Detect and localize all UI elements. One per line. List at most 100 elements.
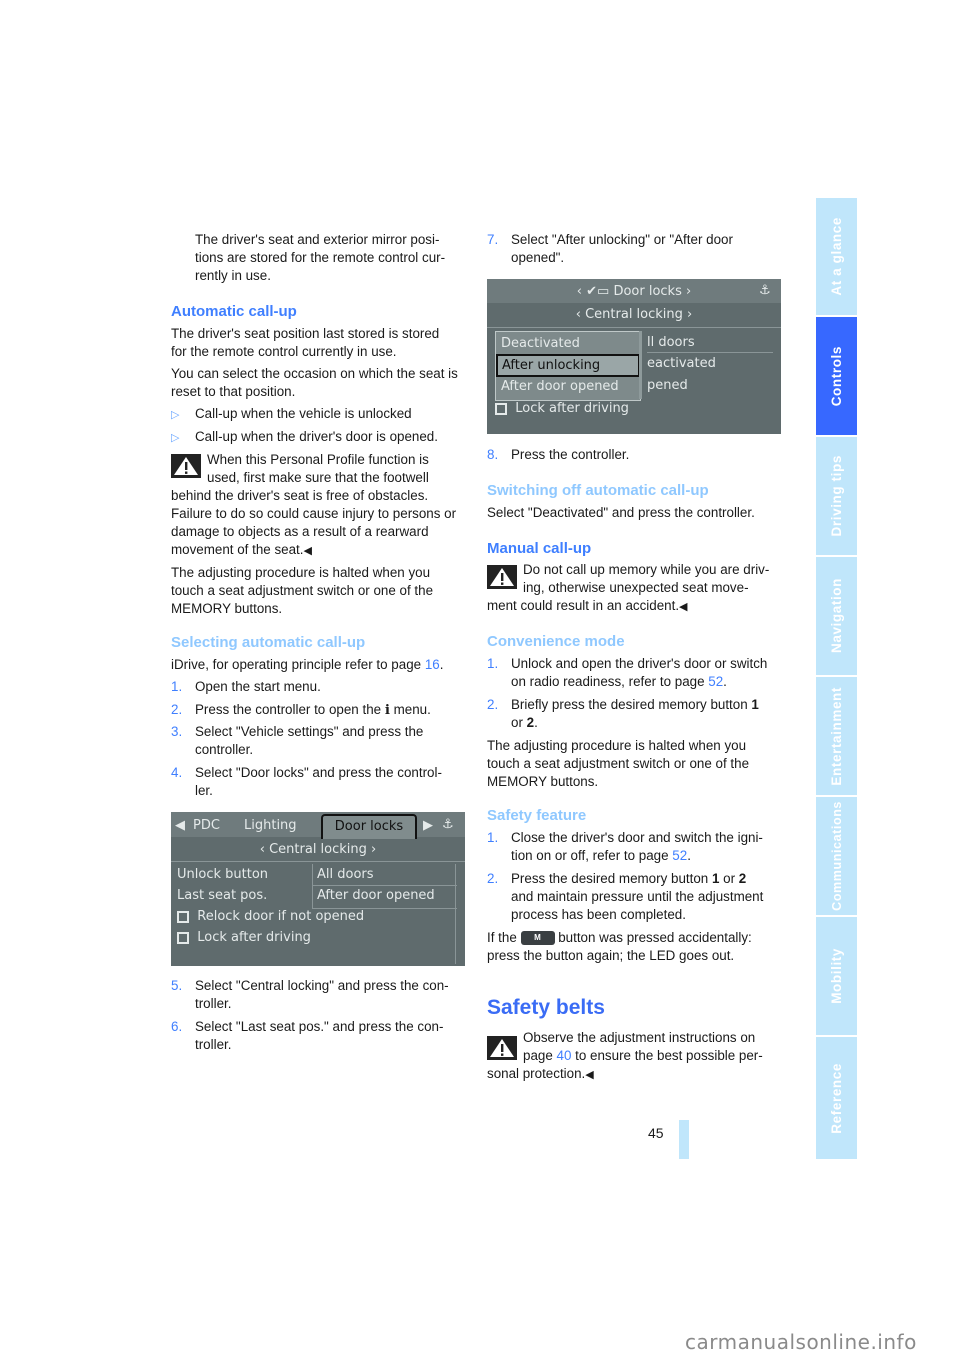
submenu-central-locking[interactable]: ‹ Central locking › (487, 306, 781, 324)
step-4-cont: ler. (195, 783, 213, 798)
submenu-label: Central locking (269, 842, 367, 857)
chevron-left-icon: ‹ (259, 842, 270, 857)
row-value-all-doors[interactable]: All doors (317, 866, 374, 884)
option-label: After unlocking (502, 358, 601, 373)
car-check-icon: ✔▭ (586, 284, 614, 299)
safety-step-1: 1. Close the driver's door and switch the… (487, 829, 763, 847)
side-tab-reference[interactable]: Reference (816, 1037, 857, 1159)
side-tab-driving-tips[interactable]: Driving tips (816, 437, 857, 555)
belts-warning-line3: sonal protection.◀ (487, 1065, 594, 1084)
checkbox-label: Lock after driving (197, 930, 311, 945)
step-number: 4. (171, 765, 183, 780)
para-text: sonal protection. (487, 1066, 586, 1081)
idrive-intro-text: iDrive, for operating principle refer to… (171, 657, 425, 672)
page-number: 45 (648, 1125, 664, 1141)
chevron-right-icon: › (681, 284, 692, 299)
memory-button-1: 1 (751, 697, 759, 712)
side-tab-mobility[interactable]: Mobility (816, 917, 857, 1035)
side-tab-label: Controls (828, 345, 844, 407)
popup-scrollbar[interactable] (639, 331, 642, 399)
halt-para-line3: MEMORY buttons. (171, 601, 283, 616)
step-number: 2. (171, 702, 183, 717)
step-6-cont: troller. (195, 1037, 232, 1052)
memory-m-button-icon: M (520, 931, 555, 946)
options-icon[interactable]: ⚓ (759, 282, 771, 300)
side-tab-entertainment[interactable]: Entertainment (816, 677, 857, 795)
step-3: 3. Select "Vehicle settings" and press th… (171, 723, 423, 741)
page-link-16[interactable]: 16 (425, 657, 440, 672)
side-tab-communications[interactable]: Communications (816, 797, 857, 915)
step-2: 2. Press the controller to open the i men… (171, 701, 431, 719)
step-6: 6. Select "Last seat pos." and press the … (171, 1018, 443, 1036)
tab-left-arrow-icon: ◀ (175, 818, 185, 833)
tab-lighting[interactable]: Lighting (244, 817, 297, 835)
warning-line-4: Failure to do so could cause injury to p… (171, 506, 457, 521)
step-number: 1. (171, 679, 183, 694)
divider (647, 352, 773, 353)
option-after-door-opened[interactable]: After door opened (501, 378, 619, 396)
step-5-cont: troller. (195, 996, 232, 1011)
step-number: 6. (171, 1019, 183, 1034)
checkbox-icon (495, 402, 507, 415)
step-1: 1. Open the start menu. (171, 678, 321, 696)
idrive-intro: iDrive, for operating principle refer to… (171, 656, 443, 674)
side-tab-label: Mobility (828, 948, 844, 1004)
para-text: page (523, 1048, 557, 1063)
checkbox-label: Relock door if not opened (197, 909, 365, 924)
row-label-last-seat-pos[interactable]: Last seat pos. (177, 887, 267, 905)
side-tab-navigation[interactable]: Navigation (816, 557, 857, 675)
checkbox-lock-after-driving[interactable]: Lock after driving (177, 929, 311, 947)
warning-icon (171, 454, 201, 478)
conv-para-line3: MEMORY buttons. (487, 774, 599, 789)
options-icon[interactable]: ⚓ (442, 816, 454, 834)
behind-value: eactivated (647, 356, 716, 371)
step-number: 3. (171, 724, 183, 739)
step-number: 1. (487, 656, 499, 671)
option-after-unlocking-selected[interactable]: After unlocking (496, 354, 640, 377)
switching-off-text: Select "Deactivated" and press the contr… (487, 505, 755, 520)
page-link-40[interactable]: 40 (557, 1048, 572, 1063)
halt-para-line1: The adjusting procedure is halted when y… (171, 565, 431, 580)
step-text: Unlock and open the driver's door or swi… (511, 656, 768, 671)
bullet-text: Call-up when the vehicle is unlocked (195, 406, 412, 421)
tab-right-arrow-icon: ▶ (423, 818, 433, 833)
step-4: 4. Select "Door locks" and press the cont… (171, 764, 442, 782)
divider (487, 327, 781, 328)
belts-warning-line2: page 40 to ensure the best possible per- (523, 1047, 763, 1065)
step-text: Open the start menu. (195, 679, 321, 694)
behind-value: pened (647, 378, 688, 393)
memory-button-2: 2 (526, 715, 535, 730)
heading-safety-feature: Safety feature (487, 807, 587, 824)
option-deactivated[interactable]: Deactivated (501, 335, 580, 353)
row-label-unlock-button[interactable]: Unlock button (177, 866, 268, 884)
step-number: 7. (487, 232, 499, 247)
warning-line-3: behind the driver's seat is free of obst… (171, 488, 429, 503)
auto-para1-line2: for the remote control currently in use. (171, 344, 397, 359)
checkbox-lock-after-driving[interactable]: Lock after driving (495, 400, 629, 418)
bullet-item: ▷ Call-up when the vehicle is unlocked (171, 405, 412, 424)
step-text: Press the desired memory button (511, 871, 712, 886)
row-value-after-door-opened[interactable]: After door opened (317, 887, 435, 905)
side-tab-controls[interactable]: Controls (816, 317, 857, 435)
warning-line-6-text: movement of the seat. (171, 542, 304, 557)
tab-pdc[interactable]: PDC (193, 817, 220, 835)
title-door-locks: ‹ ✔▭ Door locks › (487, 283, 781, 301)
belts-warning-line1: Observe the adjustment instructions on (523, 1030, 756, 1045)
conv-step-2: 2. Briefly press the desired memory butto… (487, 696, 759, 714)
page-link-52[interactable]: 52 (672, 848, 687, 863)
period: . (439, 657, 444, 672)
page-link-52[interactable]: 52 (708, 674, 723, 689)
chevron-right-icon: › (366, 842, 377, 857)
submenu-label: Central locking (585, 307, 683, 322)
warning-line-2: used, first make sure that the footwell (207, 470, 429, 485)
side-tab-at-a-glance[interactable]: At a glance (816, 198, 857, 315)
step-7: 7. Select "After unlocking" or "After doo… (487, 231, 733, 249)
conv-para-line1: The adjusting procedure is halted when y… (487, 738, 747, 753)
step-text: or (719, 871, 739, 886)
end-mark-icon: ◀ (303, 545, 312, 557)
watermark: carmanualsonline.info (685, 1330, 917, 1354)
checkbox-relock-door[interactable]: Relock door if not opened (177, 908, 364, 926)
chevron-left-icon: ‹ (575, 307, 586, 322)
tab-door-locks[interactable]: Door locks (321, 814, 417, 839)
submenu-central-locking[interactable]: ‹ Central locking › (171, 841, 465, 859)
